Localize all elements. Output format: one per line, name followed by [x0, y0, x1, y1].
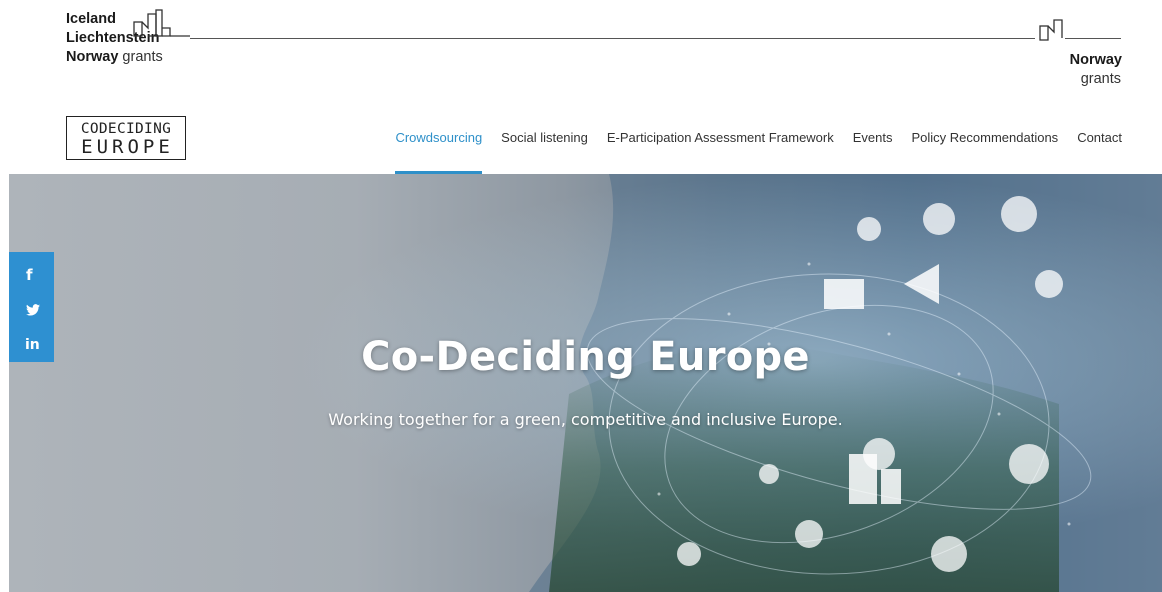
hero-background-image	[9, 174, 1162, 592]
facebook-share-button[interactable]: f	[9, 258, 54, 293]
iceland-liechtenstein-norway-grants-logo[interactable]: Iceland Liechtenstein Norway grants	[66, 9, 206, 67]
grants-country-norway: Norway	[66, 49, 119, 65]
hero-banner: Co-Deciding Europe Working together for …	[9, 174, 1162, 592]
nav-item-events[interactable]: Events	[843, 130, 902, 174]
nav-item-policy-recommendations[interactable]: Policy Recommendations	[902, 130, 1068, 174]
social-share-sidebar: f in	[9, 252, 54, 362]
norway-grants-mark-icon	[1039, 19, 1063, 41]
nav-item-contact[interactable]: Contact	[1068, 130, 1122, 174]
facebook-icon: f	[26, 266, 33, 285]
norway-grants-word: grants	[1080, 71, 1121, 87]
linkedin-icon: in	[25, 336, 40, 353]
norway-grants-title: Norway	[1069, 52, 1122, 68]
main-navigation: Crowdsourcing Social listening E-Partici…	[386, 130, 1122, 174]
grants-mark-icon	[133, 9, 190, 37]
logo-line-europe: EUROPE	[81, 136, 174, 158]
logo-line-codeciding: CODECIDING	[80, 121, 172, 137]
grants-banner: Iceland Liechtenstein Norway grants Norw…	[0, 0, 1162, 112]
nav-item-e-participation-assessment-framework[interactable]: E-Participation Assessment Framework	[597, 130, 843, 174]
banner-divider-line	[190, 38, 1035, 39]
twitter-share-button[interactable]	[9, 293, 54, 328]
grants-word: grants	[122, 49, 163, 65]
hero-subtitle: Working together for a green, competitiv…	[328, 410, 843, 429]
nav-item-crowdsourcing[interactable]: Crowdsourcing	[386, 130, 492, 174]
hero-title: Co-Deciding Europe	[361, 334, 810, 380]
nav-item-social-listening[interactable]: Social listening	[492, 130, 598, 174]
linkedin-share-button[interactable]: in	[9, 327, 54, 362]
codeciding-europe-logo[interactable]: CODECIDING EUROPE	[66, 116, 186, 160]
norway-grants-line	[1065, 38, 1121, 39]
twitter-icon	[26, 304, 40, 316]
